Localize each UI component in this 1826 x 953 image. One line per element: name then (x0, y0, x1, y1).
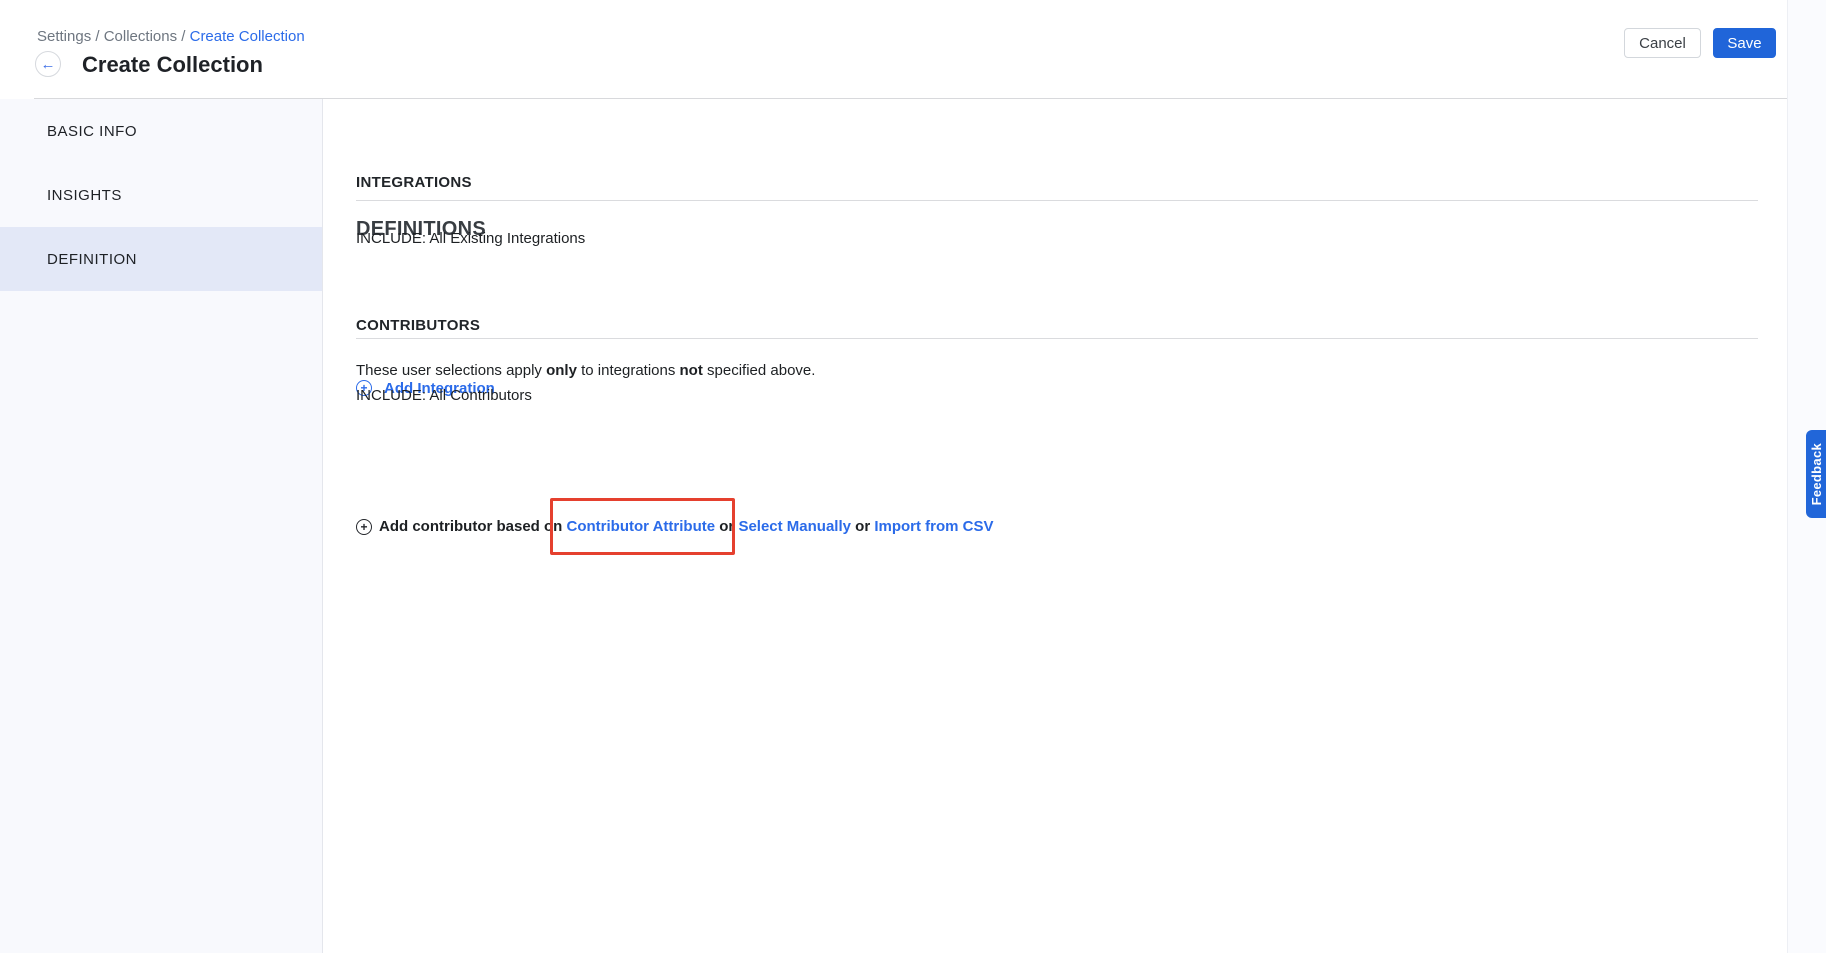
add-contributor-row: + Add contributor based on Contributor A… (356, 518, 994, 536)
breadcrumb-link-collections[interactable]: Collections (104, 28, 177, 45)
breadcrumb-separator: / (91, 28, 104, 45)
contributors-include-text: INCLUDE: All Contributors (356, 388, 532, 404)
note-text: These user selections apply (356, 362, 546, 379)
save-button[interactable]: Save (1713, 28, 1776, 58)
back-arrow-icon: ← (41, 57, 56, 72)
breadcrumb-current: Create Collection (190, 28, 305, 45)
section-divider (356, 338, 1758, 339)
sidebar-item-label: DEFINITION (47, 251, 137, 268)
contributors-note: These user selections apply only to inte… (356, 363, 815, 379)
integrations-section-label: INTEGRATIONS (356, 175, 472, 190)
select-manually-link[interactable]: Select Manually (738, 518, 851, 535)
cancel-button[interactable]: Cancel (1624, 28, 1701, 58)
or-separator: or (851, 518, 874, 535)
import-from-csv-link[interactable]: Import from CSV (874, 518, 993, 535)
contributor-attribute-link[interactable]: Contributor Attribute (567, 518, 716, 535)
note-text: specified above. (703, 362, 816, 379)
page-title: Create Collection (82, 51, 263, 78)
add-contributor-prefix: Add contributor based on (379, 518, 567, 535)
contributors-section-label: CONTRIBUTORS (356, 318, 480, 333)
sidebar-item-definition[interactable]: DEFINITION (0, 227, 322, 291)
sidebar-item-label: BASIC INFO (47, 123, 137, 140)
sidebar-item-basic-info[interactable]: BASIC INFO (0, 99, 322, 163)
sidebar: BASIC INFO INSIGHTS DEFINITION (0, 99, 323, 953)
integrations-include-text: INCLUDE: All Existing Integrations (356, 231, 585, 247)
section-divider (356, 200, 1758, 201)
breadcrumb: Settings / Collections / Create Collecti… (37, 28, 305, 46)
sidebar-item-label: INSIGHTS (47, 187, 122, 204)
breadcrumb-link-settings[interactable]: Settings (37, 28, 91, 45)
note-text: to integrations (577, 362, 680, 379)
back-button[interactable]: ← (35, 51, 61, 77)
feedback-tab[interactable]: Feedback (1806, 430, 1826, 518)
sidebar-item-insights[interactable]: INSIGHTS (0, 163, 322, 227)
plus-circle-icon: + (356, 519, 372, 535)
note-text-bold: not (680, 362, 703, 379)
header: Settings / Collections / Create Collecti… (0, 0, 1787, 99)
main-panel: DEFINITIONS INTEGRATIONS INCLUDE: All Ex… (324, 99, 1787, 953)
note-text-bold: only (546, 362, 577, 379)
feedback-label: Feedback (1809, 443, 1824, 505)
or-separator: or (715, 518, 738, 535)
breadcrumb-separator: / (177, 28, 190, 45)
